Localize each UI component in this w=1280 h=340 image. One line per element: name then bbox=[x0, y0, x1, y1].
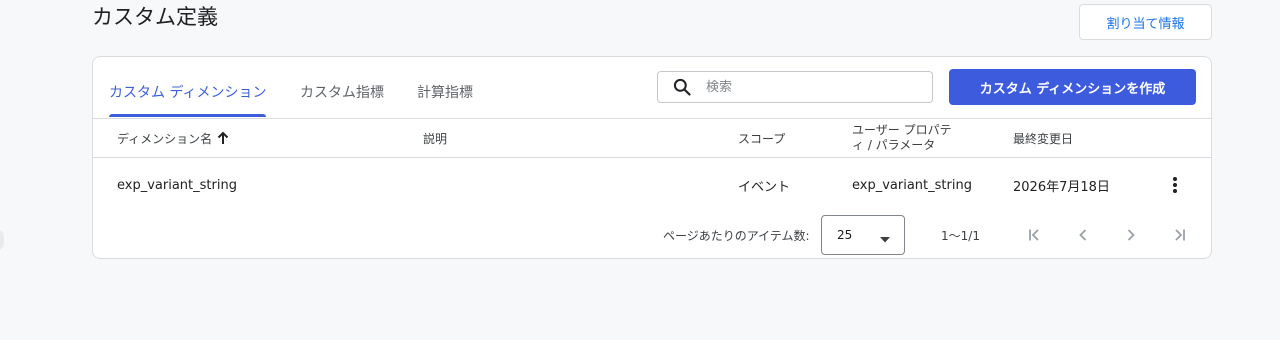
definitions-card: カスタム ディメンション カスタム指標 計算指標 カスタム ディメンションを作成… bbox=[92, 56, 1212, 259]
items-per-page-label: ページあたりのアイテム数: bbox=[663, 228, 810, 243]
page-title: カスタム定義 bbox=[92, 5, 218, 29]
cell-parameter: exp_variant_string bbox=[852, 177, 972, 193]
pagination-range: 1〜1/1 bbox=[941, 228, 980, 243]
side-panel-handle[interactable] bbox=[0, 228, 4, 252]
column-header-last-modified[interactable]: 最終変更日 bbox=[1013, 119, 1073, 157]
search-box[interactable] bbox=[657, 71, 933, 103]
table-row[interactable]: exp_variant_string イベント exp_variant_stri… bbox=[93, 159, 1211, 211]
table-header: ディメンション名 説明 スコープ ユーザー プロパティ / パラメータ 最終変更… bbox=[93, 118, 1211, 158]
prev-page-icon[interactable] bbox=[1069, 221, 1097, 249]
cell-last-modified: 2026年7月18日 bbox=[1013, 179, 1110, 195]
tab-bar: カスタム ディメンション カスタム指標 計算指標 カスタム ディメンションを作成 bbox=[93, 57, 1211, 118]
column-header-description[interactable]: 説明 bbox=[423, 119, 447, 157]
items-per-page-value: 25 bbox=[837, 228, 853, 242]
pagination: ページあたりのアイテム数: 25 1〜1/1 bbox=[93, 213, 1211, 257]
sort-arrow-up-icon[interactable] bbox=[216, 131, 230, 145]
first-page-icon[interactable] bbox=[1021, 221, 1049, 249]
next-page-icon[interactable] bbox=[1117, 221, 1145, 249]
column-header-dimension-name[interactable]: ディメンション名 bbox=[117, 119, 230, 157]
cell-dimension-name: exp_variant_string bbox=[117, 177, 237, 193]
column-header-label: ディメンション名 bbox=[117, 131, 213, 146]
attribution-button[interactable]: 割り当て情報 bbox=[1079, 4, 1212, 40]
active-tab-indicator bbox=[109, 114, 266, 117]
column-header-scope[interactable]: スコープ bbox=[738, 119, 785, 157]
more-vert-icon[interactable] bbox=[1161, 171, 1189, 199]
tab-calculated-metrics[interactable]: 計算指標 bbox=[417, 81, 473, 117]
search-input[interactable] bbox=[706, 73, 916, 101]
items-per-page-select[interactable]: 25 bbox=[821, 215, 905, 255]
dropdown-caret-icon bbox=[880, 232, 890, 246]
tab-custom-dimensions[interactable]: カスタム ディメンション bbox=[109, 81, 266, 117]
column-header-user-property-parameter[interactable]: ユーザー プロパティ / パラメータ bbox=[852, 119, 962, 157]
last-page-icon[interactable] bbox=[1165, 221, 1193, 249]
cell-scope: イベント bbox=[738, 179, 791, 195]
create-custom-dimension-button[interactable]: カスタム ディメンションを作成 bbox=[949, 69, 1196, 105]
tab-custom-metrics[interactable]: カスタム指標 bbox=[300, 81, 384, 117]
custom-definitions-page: カスタム定義 割り当て情報 カスタム ディメンション カスタム指標 計算指標 カ… bbox=[0, 0, 1280, 340]
search-icon bbox=[658, 72, 706, 102]
